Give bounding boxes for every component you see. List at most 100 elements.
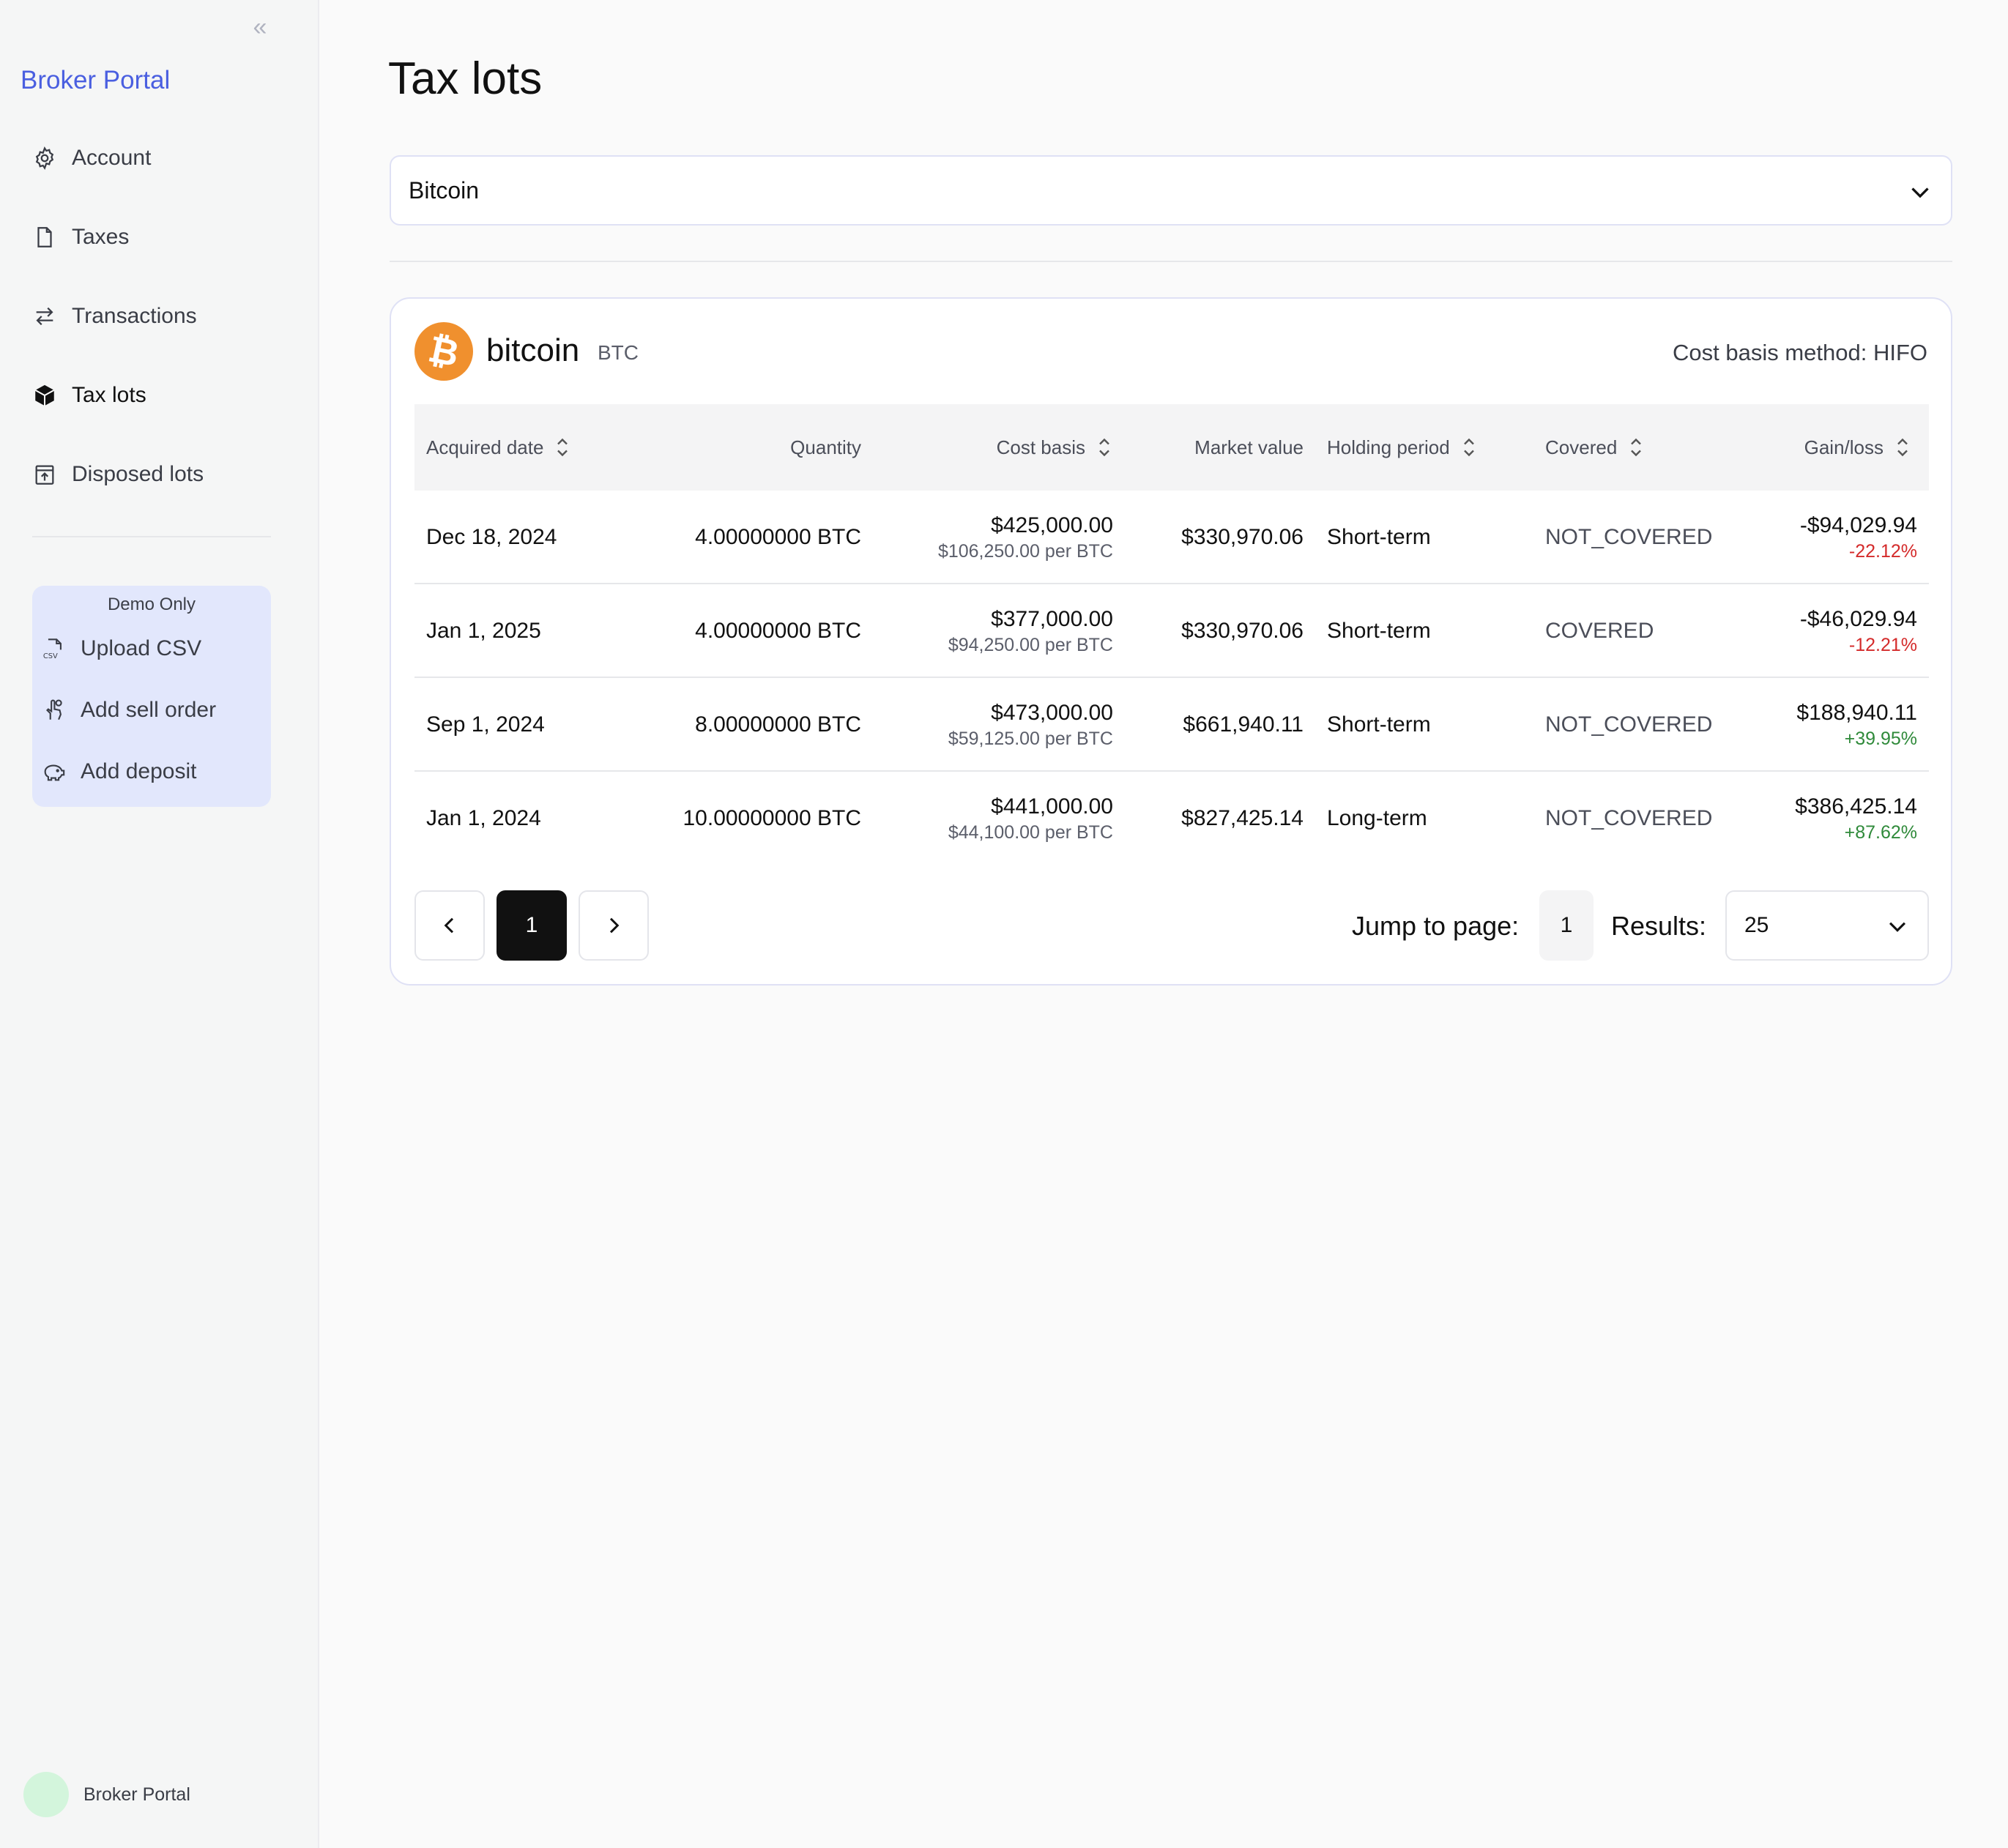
cost-basis-per-unit: $94,250.00 per BTC: [948, 634, 1113, 655]
cost-basis-per-unit: $44,100.00 per BTC: [948, 821, 1113, 843]
archive-upload-icon: [35, 465, 54, 485]
csv-file-icon: CSV: [43, 638, 62, 660]
table-row[interactable]: Jan 1, 2024 10.00000000 BTC $441,000.00 …: [414, 772, 1929, 865]
column-label: Cost basis: [996, 436, 1085, 458]
sidebar-item-account[interactable]: Account: [32, 136, 274, 180]
gain-loss-percent: -12.21%: [1848, 634, 1917, 655]
quantity: 4.00000000 BTC: [695, 619, 861, 643]
page-button[interactable]: 1: [497, 890, 567, 961]
sidebar-item-label: Tax lots: [72, 383, 146, 407]
results-per-page-select[interactable]: 25: [1725, 890, 1929, 961]
gain-loss: $188,940.11 +39.95%: [1733, 678, 1917, 772]
market-value: $330,970.06: [1181, 619, 1304, 643]
acquired-date: Dec 18, 2024: [426, 525, 557, 549]
table-row[interactable]: Dec 18, 2024 4.00000000 BTC $425,000.00 …: [414, 491, 1929, 584]
gain-loss: -$94,029.94 -22.12%: [1733, 491, 1917, 584]
upload-csv-button[interactable]: CSV Upload CSV: [41, 627, 261, 671]
covered-status: NOT_COVERED: [1545, 525, 1713, 549]
column-quantity: Quantity: [788, 404, 861, 491]
user-name: Broker Portal: [83, 1784, 190, 1805]
sort-icon: [1463, 438, 1474, 457]
piggy-bank-icon: [44, 764, 65, 781]
column-cost-basis[interactable]: Cost basis: [898, 404, 1113, 491]
sidebar-item-taxes[interactable]: Taxes: [32, 215, 274, 259]
covered-status: NOT_COVERED: [1545, 712, 1713, 737]
avatar: [23, 1772, 69, 1817]
holding-period: Long-term: [1327, 806, 1427, 830]
collapse-sidebar-icon[interactable]: «: [248, 15, 272, 40]
column-label: Covered: [1545, 436, 1618, 458]
previous-page-button[interactable]: [414, 890, 485, 961]
acquired-date: Sep 1, 2024: [426, 712, 545, 737]
holding-period: Short-term: [1327, 619, 1431, 643]
sidebar-item-label: Account: [72, 146, 152, 170]
column-label: Acquired date: [426, 436, 544, 458]
holding-period: Short-term: [1327, 712, 1431, 737]
cost-basis-total: $377,000.00: [991, 606, 1113, 631]
bitcoin-logo-icon: ₿: [414, 322, 473, 381]
arrows-swap-icon: [36, 307, 53, 326]
gain-loss: -$46,029.94 -12.21%: [1733, 584, 1917, 678]
table-row[interactable]: Jan 1, 2025 4.00000000 BTC $377,000.00 $…: [414, 584, 1929, 678]
market-value: $661,940.11: [1183, 712, 1304, 737]
chevron-left-icon: [444, 917, 454, 934]
next-page-button[interactable]: [579, 890, 649, 961]
gear-icon: [35, 146, 54, 170]
chevron-right-icon: [609, 917, 620, 934]
cost-basis: $377,000.00 $94,250.00 per BTC: [898, 584, 1113, 678]
covered-status: COVERED: [1545, 619, 1654, 643]
gain-loss-amount: $386,425.14: [1795, 794, 1917, 819]
asset-select-value: Bitcoin: [409, 176, 480, 204]
hand-coins-icon: [45, 699, 62, 720]
quantity: 8.00000000 BTC: [695, 712, 861, 737]
demo-item-label: Add sell order: [81, 698, 217, 722]
column-label: Quantity: [790, 436, 861, 458]
user-profile[interactable]: Broker Portal: [23, 1772, 190, 1817]
add-sell-order-button[interactable]: Add sell order: [41, 688, 261, 732]
asset-select[interactable]: Bitcoin: [390, 155, 1952, 226]
gain-loss-percent: +39.95%: [1844, 728, 1917, 749]
gain-loss-amount: -$94,029.94: [1799, 513, 1917, 537]
column-acquired-date[interactable]: Acquired date: [426, 404, 571, 491]
sort-icon: [1099, 438, 1109, 457]
jump-to-page-label: Jump to page:: [1352, 911, 1520, 941]
demo-item-label: Add deposit: [81, 759, 197, 783]
gain-loss-amount: -$46,029.94: [1799, 606, 1917, 631]
sidebar-item-transactions[interactable]: Transactions: [32, 294, 274, 338]
cost-basis-per-unit: $59,125.00 per BTC: [948, 728, 1113, 749]
column-label: Holding period: [1327, 436, 1450, 458]
sidebar-item-label: Taxes: [72, 225, 130, 249]
tax-lots-table: Acquired date Quantity Cost basis Market…: [414, 404, 1929, 865]
sidebar-item-label: Disposed lots: [72, 462, 204, 486]
acquired-date: Jan 1, 2025: [426, 619, 541, 643]
acquired-date: Jan 1, 2024: [426, 806, 541, 830]
column-label: Market value: [1194, 436, 1304, 458]
sort-icon: [1897, 438, 1908, 457]
column-holding-period[interactable]: Holding period: [1327, 404, 1478, 491]
gain-loss-amount: $188,940.11: [1796, 700, 1917, 725]
cost-basis: $441,000.00 $44,100.00 per BTC: [898, 772, 1113, 865]
gain-loss-percent: -22.12%: [1848, 540, 1917, 562]
quantity: 10.00000000 BTC: [683, 806, 861, 830]
cost-basis: $425,000.00 $106,250.00 per BTC: [898, 491, 1113, 584]
cube-icon: [34, 384, 55, 406]
column-covered[interactable]: Covered: [1545, 404, 1645, 491]
holding-period: Short-term: [1327, 525, 1431, 549]
chevron-down-icon: [1889, 922, 1906, 932]
tax-lots-card: ₿ bitcoin BTC Cost basis method: HIFO Ac…: [390, 297, 1952, 986]
market-value: $330,970.06: [1181, 525, 1304, 549]
demo-item-label: Upload CSV: [81, 636, 202, 660]
brand-title[interactable]: Broker Portal: [21, 66, 170, 95]
column-market-value: Market value: [1147, 404, 1304, 491]
demo-panel: Demo Only CSV Upload CSV Add sell order …: [32, 586, 271, 807]
market-value: $827,425.14: [1181, 806, 1304, 830]
jump-to-page-input[interactable]: 1: [1539, 890, 1594, 961]
chevron-down-icon: [1911, 187, 1929, 198]
sidebar-item-disposed-lots[interactable]: Disposed lots: [32, 452, 274, 496]
table-row[interactable]: Sep 1, 2024 8.00000000 BTC $473,000.00 $…: [414, 678, 1929, 772]
table-header: Acquired date Quantity Cost basis Market…: [414, 404, 1929, 491]
column-gain-loss[interactable]: Gain/loss: [1747, 404, 1911, 491]
sidebar-item-tax-lots[interactable]: Tax lots: [32, 373, 274, 417]
cost-basis-total: $441,000.00: [991, 794, 1113, 819]
add-deposit-button[interactable]: Add deposit: [41, 750, 261, 794]
